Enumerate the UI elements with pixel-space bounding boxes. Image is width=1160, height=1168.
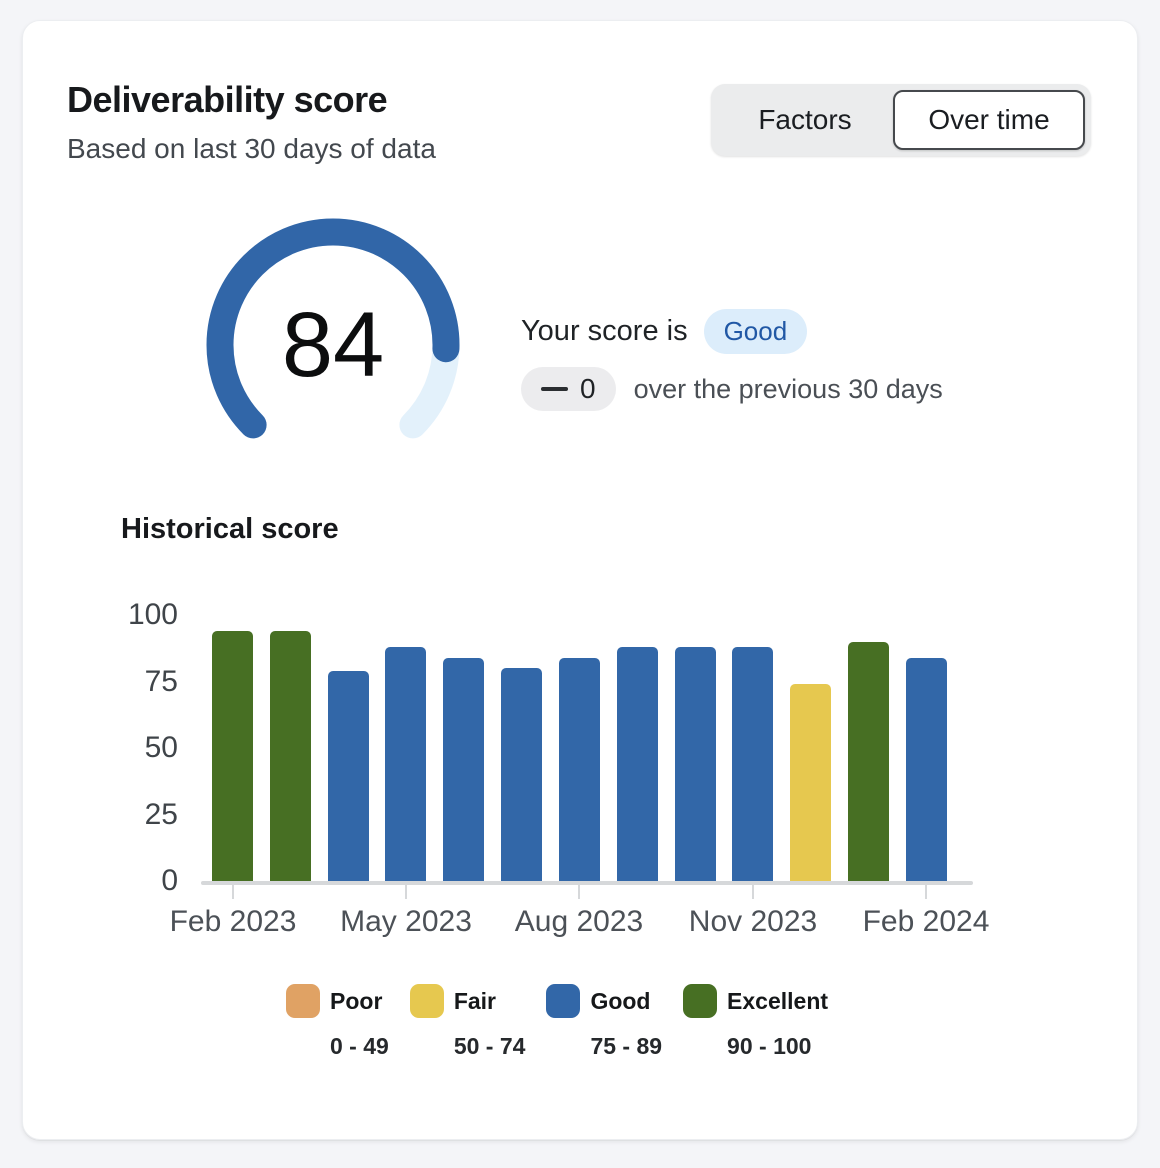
bar[interactable] xyxy=(675,647,716,881)
legend-item-fair: Fair 50 - 74 xyxy=(410,984,526,1060)
x-axis-label: Nov 2023 xyxy=(668,905,838,939)
legend-range: 90 - 100 xyxy=(727,1033,828,1060)
bar[interactable] xyxy=(212,631,253,881)
bar[interactable] xyxy=(617,647,658,881)
x-axis-label: Aug 2023 xyxy=(494,905,664,939)
bar[interactable] xyxy=(443,658,484,881)
x-axis-tick xyxy=(405,885,407,899)
legend-item-excellent: Excellent 90 - 100 xyxy=(683,984,828,1060)
x-axis-tick xyxy=(925,885,927,899)
x-axis-line xyxy=(201,881,973,885)
legend-swatch-icon xyxy=(286,984,320,1018)
bar[interactable] xyxy=(906,658,947,881)
x-axis-tick xyxy=(232,885,234,899)
x-axis-label: Feb 2024 xyxy=(841,905,1011,939)
bar[interactable] xyxy=(270,631,311,881)
historical-score-chart: 0 25 50 75 100 Feb 2023May 2023Aug 2023Nov 20… xyxy=(23,21,1137,1139)
legend-range: 50 - 74 xyxy=(454,1033,526,1060)
legend-swatch-icon xyxy=(410,984,444,1018)
y-axis-label: 75 xyxy=(98,665,178,699)
legend-label: Poor xyxy=(330,988,382,1015)
bar[interactable] xyxy=(501,668,542,881)
chart-legend: Poor 0 - 49 Fair 50 - 74 Good 75 - 89 Excellen… xyxy=(286,984,828,1060)
bar[interactable] xyxy=(559,658,600,881)
y-axis-label: 0 xyxy=(98,864,178,898)
legend-label: Excellent xyxy=(727,988,828,1015)
bar[interactable] xyxy=(790,684,831,881)
x-axis-label: May 2023 xyxy=(321,905,491,939)
legend-range: 75 - 89 xyxy=(590,1033,662,1060)
y-axis-label: 25 xyxy=(98,798,178,832)
x-axis-tick xyxy=(752,885,754,899)
bar[interactable] xyxy=(848,642,889,881)
deliverability-score-card: Deliverability score Based on last 30 da… xyxy=(22,20,1138,1140)
y-axis-label: 50 xyxy=(98,731,178,765)
x-axis-tick xyxy=(578,885,580,899)
legend-swatch-icon xyxy=(683,984,717,1018)
legend-label: Good xyxy=(590,988,650,1015)
bar[interactable] xyxy=(732,647,773,881)
legend-item-good: Good 75 - 89 xyxy=(546,984,662,1060)
legend-label: Fair xyxy=(454,988,496,1015)
y-axis-label: 100 xyxy=(98,598,178,632)
x-axis-label: Feb 2023 xyxy=(148,905,318,939)
bar[interactable] xyxy=(385,647,426,881)
legend-item-poor: Poor 0 - 49 xyxy=(286,984,389,1060)
bar[interactable] xyxy=(328,671,369,881)
legend-swatch-icon xyxy=(546,984,580,1018)
legend-range: 0 - 49 xyxy=(330,1033,389,1060)
